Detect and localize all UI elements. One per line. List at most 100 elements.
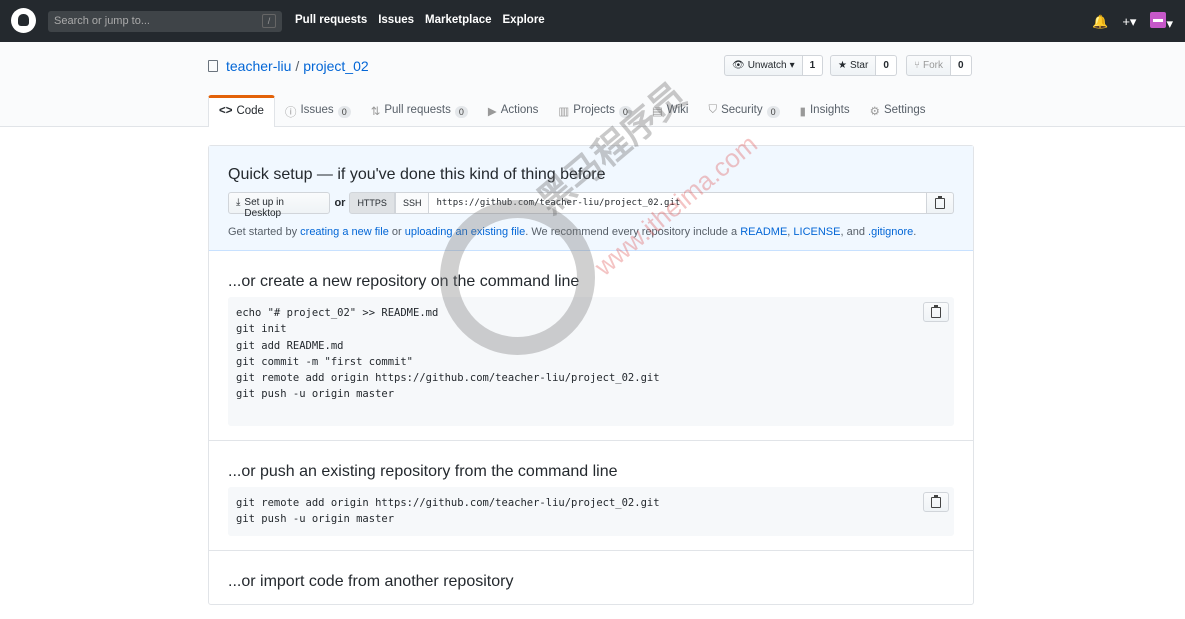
code-line: git commit -m "first commit" [236,355,414,368]
star-icon: ★ [838,60,847,71]
tab-label: Wiki [666,104,689,116]
code-icon: <> [219,105,233,117]
shield-icon: ⛉ [708,104,718,116]
project-icon: ▥ [558,106,570,118]
repo-owner-link[interactable]: teacher-liu [226,58,291,74]
bell-icon[interactable]: 🔔 [1092,14,1108,30]
desktop-download-icon: ⤓ [236,197,241,208]
global-nav: Pull requests Issues Marketplace Explore [295,14,556,26]
clone-url-row: ⤓ Set up in Desktop or HTTPS SSH https://… [228,192,954,219]
code-line: git remote add origin https://github.com… [236,372,660,385]
star-count[interactable]: 0 [876,55,897,76]
setup-desktop-button[interactable]: ⤓ Set up in Desktop [228,192,331,219]
fork-group: ⑂ Fork 0 [906,55,972,76]
import-repo-section: ...or import code from another repositor… [209,551,973,619]
unwatch-button[interactable]: 👁 Unwatch ▾ [724,55,803,76]
tab-settings[interactable]: ⚙ Settings [860,95,936,127]
nav-explore[interactable]: Explore [503,14,545,26]
tab-counter: 0 [766,106,780,118]
copy-code-button[interactable] [923,492,949,512]
tab-code[interactable]: <> Code [208,95,275,127]
create-file-link[interactable]: creating a new file [300,226,389,238]
issue-icon: ⓘ [284,107,297,119]
unwatch-label: Unwatch [747,60,787,71]
repo-tabs: <> Code ⓘ Issues 0 ⇅ Pull requests 0 ▶ Actions… [208,95,936,127]
gear-icon: ⚙ [869,106,880,118]
gitignore-link[interactable]: .gitignore [868,226,913,238]
code-block: git remote add origin https://github.com… [228,487,954,536]
section-title: ...or import code from another repositor… [228,573,514,590]
tab-security[interactable]: ⛉ Security 0 [698,95,789,127]
fork-count[interactable]: 0 [951,55,972,76]
repo-separator: / [295,58,300,74]
watch-group: 👁 Unwatch ▾ 1 [724,55,824,76]
clipboard-icon [935,195,946,209]
code-line: echo "# project_02" >> README.md [236,307,439,319]
nav-pull-requests[interactable]: Pull requests [295,14,367,26]
tab-label: Security [721,104,763,116]
nav-marketplace[interactable]: Marketplace [425,14,491,26]
repo-book-icon [208,60,218,72]
clone-url-field[interactable]: https://github.com/teacher-liu/project_0… [429,192,928,214]
tab-counter: 0 [618,106,632,118]
plus-icon[interactable]: +▾ [1122,14,1136,30]
hint-text: Get started by [228,226,301,238]
tab-counter: 0 [454,106,468,118]
fork-icon: ⑂ [914,60,920,71]
tab-label: Code [236,105,264,117]
push-repo-section: ...or push an existing repository from t… [209,441,973,551]
repo-name-link[interactable]: project_02 [303,58,368,74]
star-button[interactable]: ★ Star [830,55,877,76]
fork-button[interactable]: ⑂ Fork [906,55,951,76]
hint-text: , and [840,226,869,238]
code-line: git add README.md [236,339,344,352]
search-placeholder: Search or jump to... [54,15,150,27]
https-toggle[interactable]: HTTPS [349,192,395,214]
section-title: ...or create a new repository on the com… [228,273,580,290]
nav-issues[interactable]: Issues [378,14,414,26]
play-icon: ▶ [487,106,497,118]
tab-label: Pull requests [384,104,451,116]
readme-link[interactable]: README [740,226,787,238]
header-actions: 🔔 +▾ ▾ [1092,12,1173,32]
avatar [1150,12,1167,28]
copy-code-button[interactable] [923,302,949,322]
create-repo-section: ...or create a new repository on the com… [209,251,973,441]
section-title: ...or push an existing repository from t… [228,463,618,480]
search-input[interactable]: Search or jump to... / [48,11,282,32]
pull-request-icon: ⇅ [370,106,381,118]
tab-issues[interactable]: ⓘ Issues 0 [275,95,361,127]
tab-insights[interactable]: ▮ Insights [790,95,860,127]
clipboard-icon [931,494,941,508]
fork-label: Fork [923,60,943,71]
eye-icon: 👁 [732,60,745,71]
or-label: or [334,197,346,209]
star-group: ★ Star 0 [830,55,897,76]
copy-url-button[interactable] [927,192,954,214]
slash-key-hint: / [262,14,276,28]
tab-projects[interactable]: ▥ Projects 0 [548,95,641,127]
graph-icon: ▮ [799,106,806,118]
tab-label: Insights [809,104,850,116]
hint-text: . [913,226,917,238]
book-icon: ▤ [651,106,663,118]
license-link[interactable]: LICENSE [793,226,840,238]
watch-count[interactable]: 1 [802,55,824,76]
code-line: git remote add origin https://github.com… [236,497,660,509]
quick-setup-box: Quick setup — if you've done this kind o… [208,145,974,605]
tab-wiki[interactable]: ▤ Wiki [642,95,699,127]
tab-label: Actions [500,104,539,116]
tab-pull-requests[interactable]: ⇅ Pull requests 0 [361,95,478,127]
hint-text: . We recommend every repository include … [525,226,741,238]
ssh-toggle[interactable]: SSH [394,192,430,214]
github-logo-icon[interactable] [11,8,36,33]
tab-counter: 0 [337,106,351,118]
upload-file-link[interactable]: uploading an existing file [405,226,525,238]
desktop-btn-label: Set up in Desktop [244,197,284,219]
tab-label: Issues [300,104,334,116]
avatar-menu[interactable]: ▾ [1150,12,1173,32]
code-line: git push -u origin master [236,388,395,401]
quick-setup-panel: Quick setup — if you've done this kind o… [209,146,973,251]
tab-actions[interactable]: ▶ Actions [478,95,549,127]
setup-hint: Get started by creating a new file or up… [228,226,954,238]
